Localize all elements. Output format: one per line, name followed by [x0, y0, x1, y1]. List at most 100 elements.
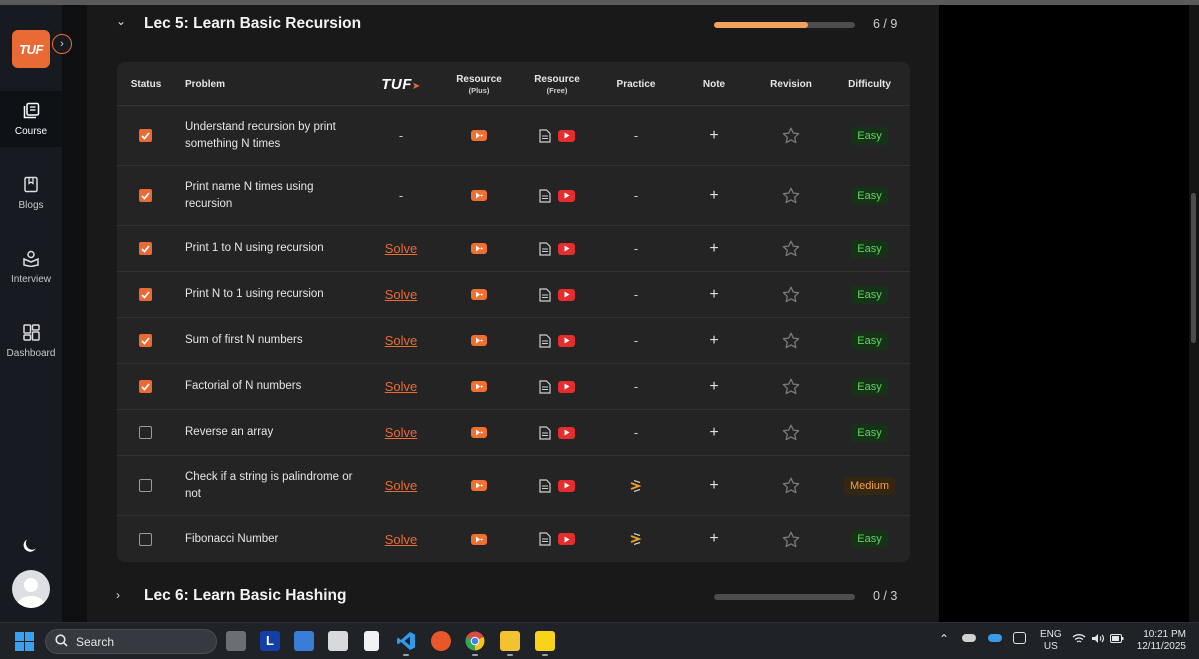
- sidebar-item-course[interactable]: Course: [0, 91, 62, 147]
- tuf-logo[interactable]: TUF: [12, 30, 50, 68]
- chrome-icon[interactable]: [465, 631, 485, 651]
- star-icon[interactable]: [782, 332, 800, 349]
- add-note-icon[interactable]: +: [709, 127, 718, 145]
- paint-icon[interactable]: [328, 631, 348, 651]
- youtube-icon[interactable]: [558, 189, 575, 202]
- star-icon[interactable]: [782, 127, 800, 144]
- status-checkbox[interactable]: [138, 380, 152, 393]
- status-checkbox[interactable]: [138, 288, 152, 301]
- sidebar-item-interview[interactable]: Interview: [0, 239, 62, 295]
- revision-cell: [753, 106, 829, 165]
- youtube-plus-icon[interactable]: [471, 381, 487, 392]
- taskbar-search[interactable]: Search: [45, 629, 217, 654]
- cloud-icon[interactable]: [962, 634, 976, 642]
- sidebar-item-dashboard[interactable]: Dashboard: [0, 313, 62, 369]
- youtube-icon[interactable]: [558, 426, 575, 439]
- chevron-up-icon[interactable]: ⌃: [939, 632, 949, 646]
- sidebar-item-blogs[interactable]: Blogs: [0, 165, 62, 221]
- add-note-icon[interactable]: +: [709, 240, 718, 258]
- status-checkbox[interactable]: [138, 426, 152, 439]
- star-icon[interactable]: [782, 240, 800, 257]
- youtube-icon[interactable]: [558, 533, 575, 545]
- solve-link[interactable]: Solve: [385, 478, 418, 493]
- file-explorer-icon[interactable]: [500, 631, 520, 651]
- solve-link[interactable]: Solve: [385, 287, 418, 302]
- star-icon[interactable]: [782, 378, 800, 395]
- volume-icon[interactable]: [1091, 633, 1105, 647]
- status-checkbox[interactable]: [138, 479, 152, 492]
- add-note-icon[interactable]: +: [709, 332, 718, 350]
- add-note-icon[interactable]: +: [709, 477, 718, 495]
- sticky-notes-icon[interactable]: [535, 631, 555, 651]
- photos-icon[interactable]: [294, 631, 314, 651]
- app-l-icon[interactable]: L: [260, 631, 280, 651]
- clock[interactable]: 10:21 PM 12/11/2025: [1134, 629, 1186, 653]
- vscode-icon[interactable]: [396, 631, 416, 651]
- solve-link[interactable]: Solve: [385, 379, 418, 394]
- youtube-plus-icon[interactable]: [471, 243, 487, 254]
- wifi-icon[interactable]: [1072, 633, 1086, 647]
- youtube-icon[interactable]: [558, 479, 575, 492]
- youtube-icon[interactable]: [558, 129, 575, 142]
- practice-platform-icon[interactable]: [629, 532, 643, 546]
- browser-icon[interactable]: [431, 631, 451, 651]
- add-note-icon[interactable]: +: [709, 286, 718, 304]
- star-icon[interactable]: [782, 424, 800, 441]
- youtube-icon[interactable]: [558, 380, 575, 393]
- article-icon[interactable]: [539, 425, 551, 440]
- youtube-icon[interactable]: [558, 288, 575, 301]
- add-note-icon[interactable]: +: [709, 378, 718, 396]
- lecture-header[interactable]: ⌄ Lec 5: Learn Basic Recursion 6 / 9: [87, 5, 939, 45]
- youtube-icon[interactable]: [558, 242, 575, 255]
- star-icon[interactable]: [782, 286, 800, 303]
- windows-start-icon[interactable]: [15, 632, 34, 656]
- youtube-plus-icon[interactable]: [471, 533, 487, 545]
- solve-link[interactable]: Solve: [385, 532, 418, 547]
- article-icon[interactable]: [539, 241, 551, 256]
- status-checkbox[interactable]: [138, 334, 152, 347]
- avatar[interactable]: [12, 570, 50, 608]
- status-checkbox[interactable]: [138, 532, 152, 546]
- add-note-icon[interactable]: +: [709, 187, 718, 205]
- status-checkbox[interactable]: [138, 242, 152, 255]
- youtube-icon[interactable]: [558, 334, 575, 347]
- star-icon[interactable]: [782, 531, 800, 548]
- scrollbar-thumb[interactable]: [1191, 193, 1196, 343]
- article-icon[interactable]: [539, 188, 551, 203]
- blog-icon: [22, 176, 40, 194]
- youtube-plus-icon[interactable]: [471, 335, 487, 346]
- solve-link[interactable]: Solve: [385, 241, 418, 256]
- youtube-plus-icon[interactable]: [471, 289, 487, 300]
- article-icon[interactable]: [539, 287, 551, 302]
- youtube-plus-icon[interactable]: [471, 190, 487, 201]
- star-icon[interactable]: [782, 187, 800, 204]
- add-note-icon[interactable]: +: [709, 424, 718, 442]
- notepad-icon[interactable]: [364, 631, 379, 651]
- star-icon[interactable]: [782, 477, 800, 494]
- article-icon[interactable]: [539, 478, 551, 493]
- sync-icon[interactable]: [1013, 632, 1026, 644]
- youtube-plus-icon[interactable]: [471, 427, 487, 438]
- sidebar-toggle-button[interactable]: ›: [52, 34, 72, 54]
- moon-icon[interactable]: [21, 537, 39, 555]
- article-icon[interactable]: [539, 128, 551, 143]
- onedrive-icon[interactable]: [988, 634, 1002, 642]
- status-checkbox[interactable]: [138, 129, 152, 142]
- youtube-plus-icon[interactable]: [471, 130, 487, 141]
- battery-icon[interactable]: [1110, 634, 1124, 646]
- chevron-right-icon[interactable]: ›: [116, 588, 120, 602]
- youtube-plus-icon[interactable]: [471, 480, 487, 491]
- lecture-header[interactable]: › Lec 6: Learn Basic Hashing 0 / 3: [87, 577, 939, 617]
- practice-platform-icon[interactable]: [629, 479, 643, 493]
- chevron-down-icon[interactable]: ⌄: [116, 14, 126, 28]
- language-indicator[interactable]: ENG US: [1040, 629, 1062, 653]
- solve-link[interactable]: Solve: [385, 333, 418, 348]
- status-checkbox[interactable]: [138, 189, 152, 202]
- article-icon[interactable]: [539, 379, 551, 394]
- solve-link[interactable]: Solve: [385, 425, 418, 440]
- add-note-icon[interactable]: +: [709, 530, 718, 548]
- article-icon[interactable]: [539, 532, 551, 546]
- revision-cell: [753, 166, 829, 225]
- task-view-icon[interactable]: [226, 631, 246, 651]
- article-icon[interactable]: [539, 333, 551, 348]
